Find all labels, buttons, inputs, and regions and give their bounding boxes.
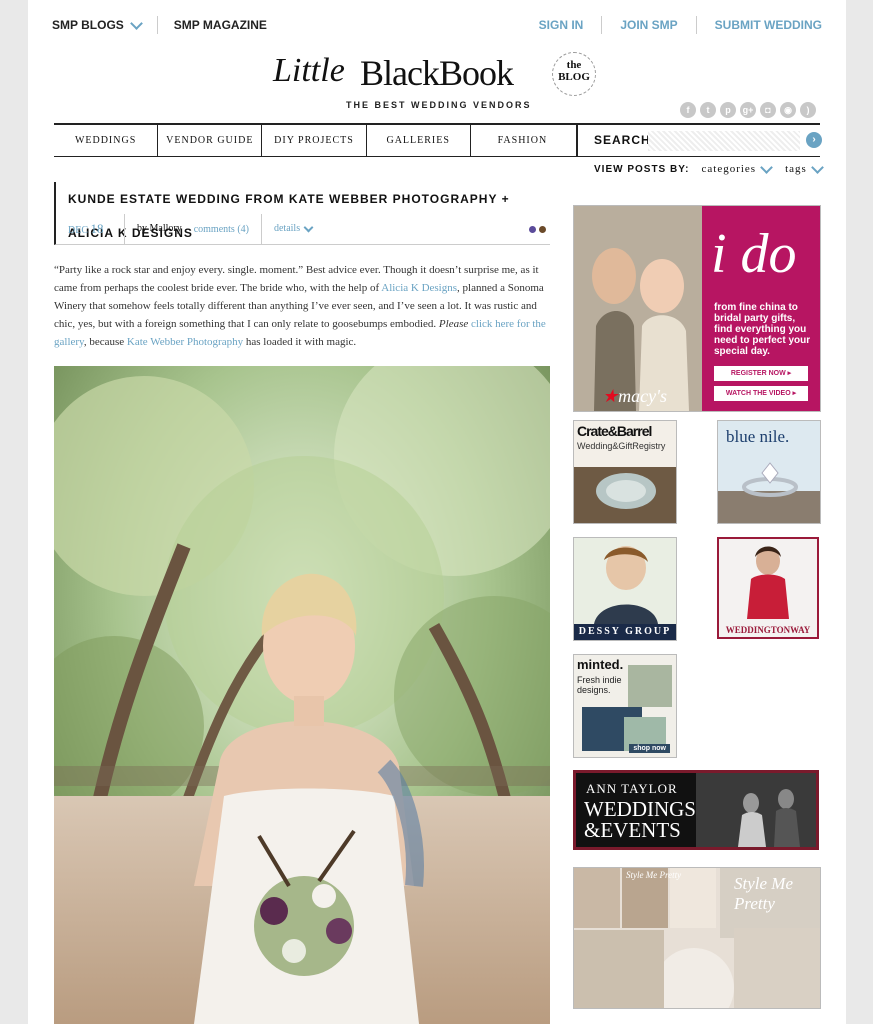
logo-blog-badge: the BLOG bbox=[552, 52, 596, 96]
search-input[interactable] bbox=[648, 131, 800, 151]
ann-taylor-logo: ANN TAYLOR bbox=[586, 781, 678, 796]
blog-post: KUNDE ESTATE WEDDING FROM KATE WEBBER PH… bbox=[54, 182, 550, 351]
comments-link[interactable]: comments (4) bbox=[194, 224, 261, 235]
blue-nile-ad[interactable]: blue nile. bbox=[717, 420, 821, 524]
register-now-button[interactable]: REGISTER NOW ▸ bbox=[714, 366, 808, 381]
alicia-k-designs-link[interactable]: Alicia K Designs bbox=[381, 282, 457, 294]
logo-tagline: THE BEST WEDDING VENDORS bbox=[346, 100, 532, 110]
post-meta: DEC 18 by Mallory comments (4) details bbox=[54, 214, 550, 245]
ido-heading: i do bbox=[711, 223, 797, 285]
color-dot bbox=[529, 225, 536, 233]
macys-copy: from fine china to bridal party gifts, f… bbox=[714, 302, 811, 357]
smp-blogs-link[interactable]: SMP BLOGS bbox=[52, 18, 124, 32]
top-nav: SMP BLOGS SMP MAGAZINE SIGN IN JOIN SMP … bbox=[52, 16, 822, 36]
weddington-way-logo: WEDDINGTONWAY bbox=[725, 625, 811, 635]
style-me-pretty-logo: Style Me Pretty bbox=[734, 874, 793, 913]
post-body: “Party like a rock star and enjoy every.… bbox=[54, 264, 546, 348]
site-logo[interactable]: Little BlackBook the BLOG THE BEST WEDDI… bbox=[273, 52, 603, 112]
logo-blackbook: BlackBook bbox=[360, 53, 514, 93]
crate-barrel-ad[interactable]: Crate&Barrel Wedding&GiftRegistry bbox=[573, 420, 677, 524]
search-box: SEARCH › bbox=[576, 125, 822, 156]
join-smp-link[interactable]: JOIN SMP bbox=[620, 18, 677, 32]
bride-photo[interactable] bbox=[54, 366, 550, 1024]
blue-nile-logo: blue nile. bbox=[726, 427, 790, 446]
nav-fashion[interactable]: FASHION bbox=[471, 125, 574, 156]
view-posts-label: VIEW POSTS BY: bbox=[594, 163, 690, 175]
camera-icon[interactable]: ◉ bbox=[780, 102, 796, 118]
google-plus-icon[interactable]: g+ bbox=[740, 102, 756, 118]
details-toggle[interactable]: details bbox=[260, 214, 314, 244]
rss-icon[interactable]: ) bbox=[800, 102, 816, 118]
facebook-icon[interactable]: f bbox=[680, 102, 696, 118]
main-nav: WEDDINGS VENDOR GUIDE DIY PROJECTS GALLE… bbox=[54, 123, 822, 157]
search-go-icon[interactable]: › bbox=[806, 132, 822, 148]
pinterest-icon[interactable]: p bbox=[720, 102, 736, 118]
dessy-group-ad[interactable]: DESSY GROUP bbox=[573, 537, 677, 641]
chevron-down-icon[interactable] bbox=[129, 16, 143, 30]
submit-wedding-link[interactable]: SUBMIT WEDDING bbox=[715, 18, 822, 32]
crate-barrel-logo: Crate&Barrel bbox=[577, 423, 652, 439]
weddington-way-ad[interactable]: WEDDINGTONWAY bbox=[717, 537, 819, 639]
watch-video-button[interactable]: WATCH THE VIDEO ▸ bbox=[714, 386, 808, 401]
color-dots bbox=[529, 225, 546, 233]
ann-taylor-ad[interactable]: ANN TAYLOR WEDDINGS &EVENTS bbox=[573, 770, 819, 850]
twitter-icon[interactable]: t bbox=[700, 102, 716, 118]
minted-ad[interactable]: minted. Fresh indie designs. shop now bbox=[573, 654, 677, 758]
smp-magazine-link[interactable]: SMP MAGAZINE bbox=[174, 18, 267, 32]
macys-ad[interactable]: i do from fine china to bridal party gif… bbox=[573, 205, 821, 412]
post-date: DEC 18 bbox=[68, 221, 104, 236]
tags-dropdown[interactable]: tags bbox=[785, 163, 807, 175]
nav-galleries[interactable]: GALLERIES bbox=[367, 125, 471, 156]
page: SMP BLOGS SMP MAGAZINE SIGN IN JOIN SMP … bbox=[28, 0, 846, 1024]
social-icons: f t p g+ ◘ ◉ ) bbox=[680, 102, 816, 118]
post-title[interactable]: KUNDE ESTATE WEDDING FROM KATE WEBBER PH… bbox=[54, 182, 550, 240]
search-label: SEARCH bbox=[594, 133, 651, 147]
kate-webber-link[interactable]: Kate Webber Photography bbox=[127, 336, 243, 348]
sign-in-link[interactable]: SIGN IN bbox=[539, 18, 584, 32]
nav-diy-projects[interactable]: DIY PROJECTS bbox=[262, 125, 367, 156]
nav-weddings[interactable]: WEDDINGS bbox=[54, 125, 159, 156]
dessy-group-logo: DESSY GROUP bbox=[574, 624, 676, 640]
chevron-down-icon[interactable] bbox=[810, 160, 824, 174]
color-dot bbox=[539, 225, 546, 233]
categories-dropdown[interactable]: categories bbox=[702, 163, 757, 175]
minted-shop-now-button[interactable]: shop now bbox=[629, 744, 670, 753]
nav-vendor-guide[interactable]: VENDOR GUIDE bbox=[158, 125, 263, 156]
macys-logo: ★macy's bbox=[602, 386, 667, 406]
instagram-icon[interactable]: ◘ bbox=[760, 102, 776, 118]
chevron-down-icon[interactable] bbox=[760, 160, 773, 174]
minted-logo: minted. bbox=[577, 657, 624, 672]
post-author: by Mallory bbox=[124, 214, 194, 244]
logo-little: Little bbox=[273, 52, 345, 89]
style-me-pretty-ad[interactable]: Style Me Pretty Style Me Pretty bbox=[573, 867, 821, 1009]
view-posts-by: VIEW POSTS BY: categories tags bbox=[594, 160, 824, 175]
